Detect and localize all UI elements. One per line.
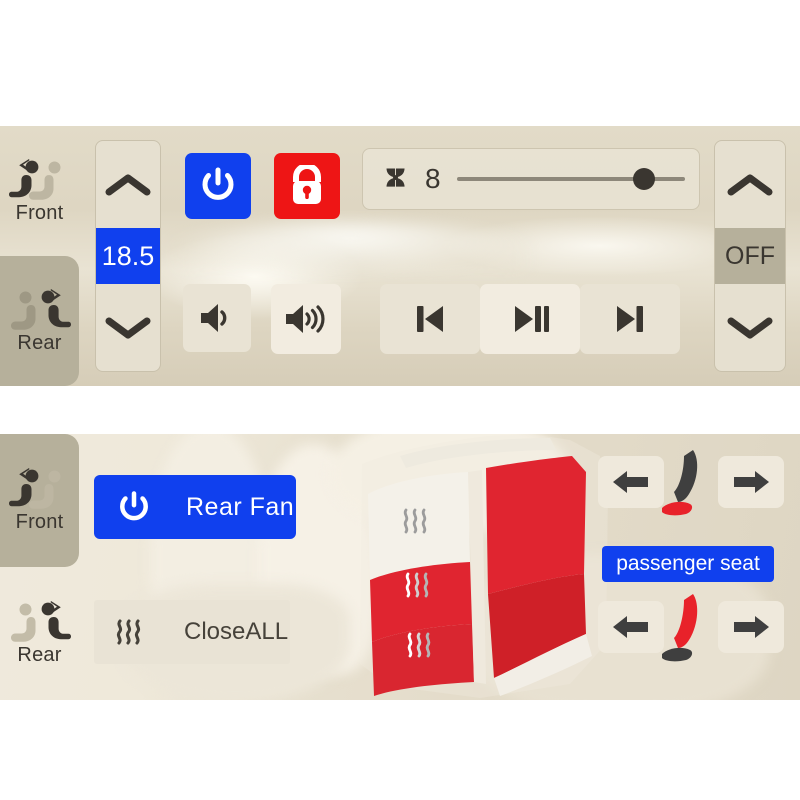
media-next-button[interactable] [580,284,680,354]
rear-climate-panel: Front Rear Rear Fan CloseALL passenger s… [0,434,800,700]
rear-fan-button[interactable]: Rear Fan [94,475,296,539]
rear-bench-seat-illustration [360,434,610,700]
power-icon [198,166,238,206]
temperature-value: 18.5 [96,228,160,284]
fan-blade-icon [377,160,415,198]
sidebar-item-label: Front [15,511,64,533]
passenger-seat-button[interactable]: passenger seat [602,546,774,582]
rear-temperature-up-button[interactable] [715,141,785,228]
skip-next-icon [611,302,649,336]
fan-level-value: 8 [425,163,441,194]
power-icon [116,489,152,525]
temperature-stepper: 18.5 [95,140,161,372]
sidebar-item-label: Front [15,201,64,224]
rear-temperature-down-button[interactable] [715,284,785,371]
arrow-left-icon [611,613,651,641]
seat-zone-tabs-top: Front Rear [0,126,79,386]
rear-seat-person-icon [9,288,71,330]
sidebar-item-rear-bottom[interactable]: Rear [0,567,79,700]
arrow-left-icon [611,468,651,496]
sidebar-item-front-top[interactable]: Front [0,126,79,256]
seat-lower-right-button[interactable] [718,601,784,653]
rear-temperature-stepper: OFF [714,140,786,372]
sidebar-item-front-bottom[interactable]: Front [0,434,79,567]
rear-seat-person-icon [9,600,71,642]
front-seat-person-icon [8,467,71,509]
temperature-up-button[interactable] [96,141,160,228]
close-all-button[interactable]: CloseALL [94,600,290,664]
seat-zone-tabs-bottom: Front Rear [0,434,79,700]
seat-upper-left-button[interactable] [598,456,664,508]
power-button[interactable] [185,153,251,219]
sidebar-item-label: Rear [17,644,62,666]
volume-low-icon [197,301,237,335]
lock-button[interactable] [274,153,340,219]
close-all-label: CloseALL [184,618,289,645]
seat-upper-right-button[interactable] [718,456,784,508]
temperature-down-button[interactable] [96,284,160,371]
rear-temperature-value: OFF [715,228,785,284]
chevron-up-icon [105,171,151,199]
arrow-right-icon [731,468,771,496]
volume-up-button[interactable] [271,284,341,354]
seat-profile-icon-lower [660,592,726,668]
fan-speed-slider-group: 8 [362,148,700,210]
lock-icon [288,165,326,207]
chevron-down-icon [105,314,151,342]
chevron-down-icon [727,314,773,342]
seat-profile-icon-upper [660,448,726,520]
arrow-right-icon [731,613,771,641]
fan-slider-knob[interactable] [632,168,655,190]
front-seat-person-icon [8,158,71,200]
play-pause-icon [510,302,550,336]
front-climate-panel: Front Rear 18.5 8 OFF [0,126,800,386]
media-previous-button[interactable] [380,284,480,354]
fan-slider-track[interactable] [456,168,685,190]
heat-wave-icon [114,615,148,649]
sidebar-item-label: Rear [17,331,62,354]
rear-fan-label: Rear Fan [186,492,295,521]
skip-previous-icon [411,302,449,336]
chevron-up-icon [727,171,773,199]
media-play-pause-button[interactable] [480,284,580,354]
seat-lower-left-button[interactable] [598,601,664,653]
volume-down-button[interactable] [183,284,251,352]
volume-high-icon [283,302,329,336]
sidebar-item-rear-top[interactable]: Rear [0,256,79,386]
